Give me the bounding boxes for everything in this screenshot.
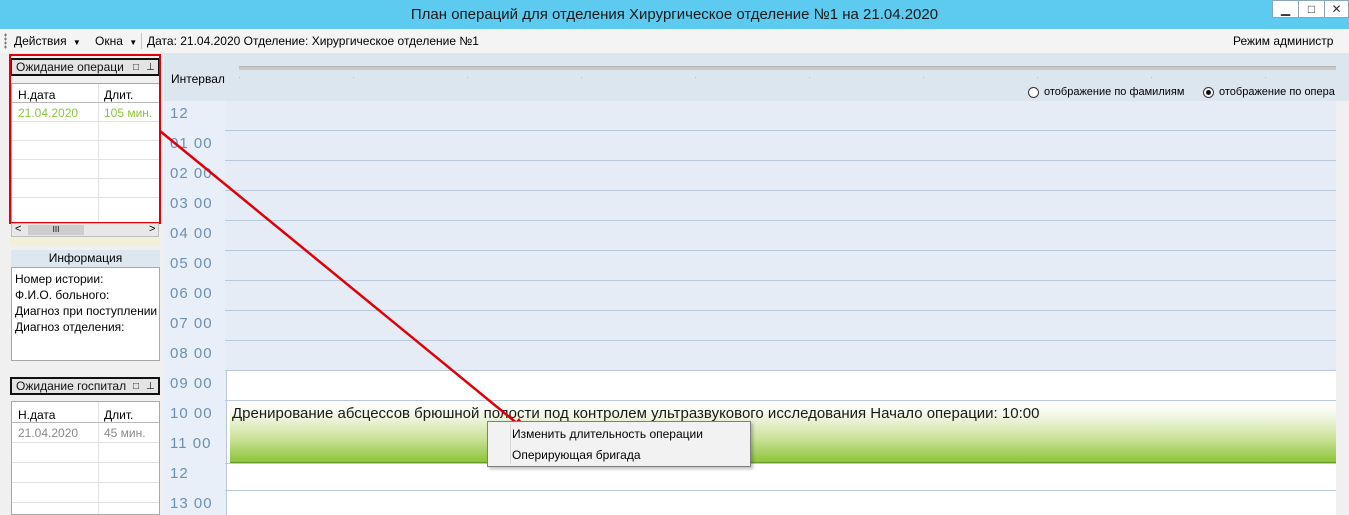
surgical-team-menu-item[interactable]: Оперирующая бригада <box>512 448 641 462</box>
change-duration-menu-item[interactable]: Изменить длительность операции <box>512 427 703 441</box>
context-menu: Изменить длительность операции Оперирующ… <box>487 421 751 467</box>
